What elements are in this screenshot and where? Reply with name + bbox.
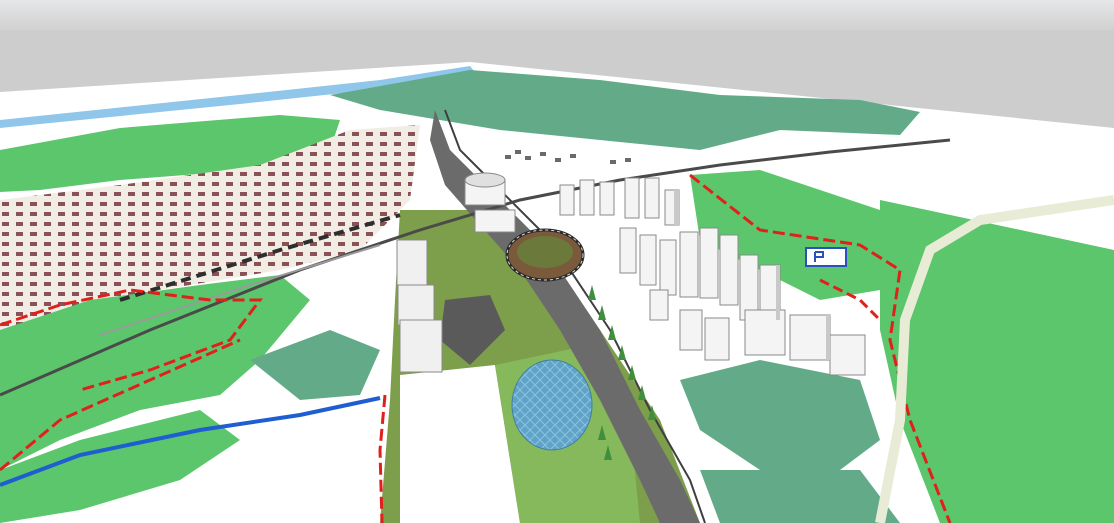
masterplan-render	[0, 0, 1114, 523]
render-canvas	[0, 0, 1114, 523]
round-pond-icon	[511, 359, 593, 451]
parking-sign-icon	[805, 247, 847, 267]
stadium-ring-icon	[505, 228, 585, 282]
sky	[0, 0, 1114, 35]
